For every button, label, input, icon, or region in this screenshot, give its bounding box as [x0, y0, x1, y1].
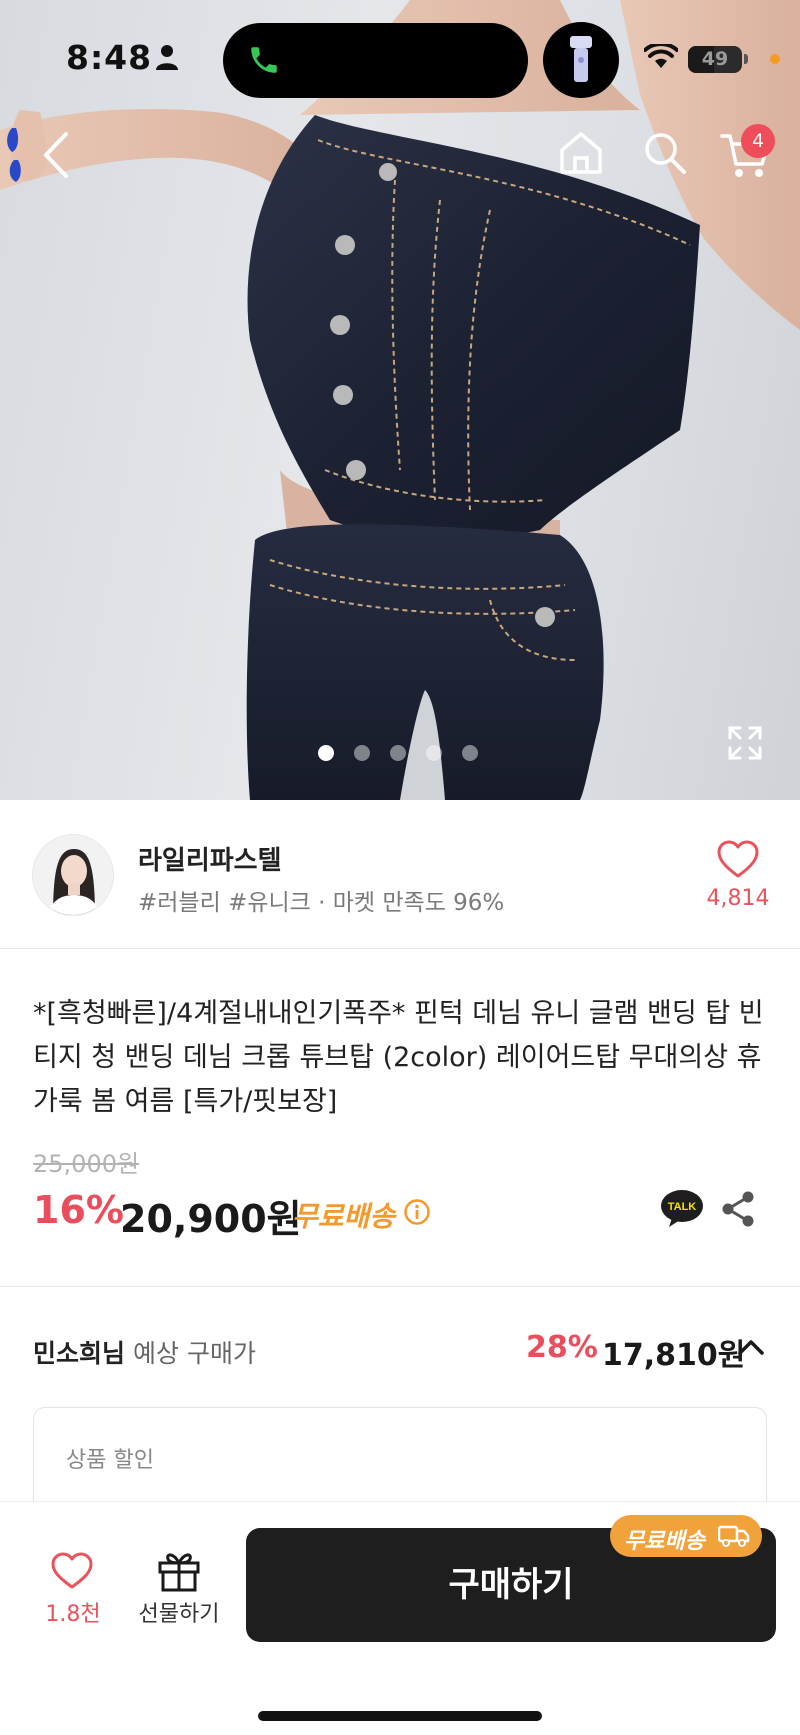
- chevron-up-icon[interactable]: [736, 1334, 766, 1360]
- carousel-dot[interactable]: [390, 745, 406, 761]
- store-avatar[interactable]: [32, 834, 114, 916]
- info-icon[interactable]: [403, 1198, 431, 1226]
- product-photo: [0, 0, 800, 800]
- kakao-talk-share-icon[interactable]: TALK: [660, 1188, 704, 1228]
- dynamic-island: [223, 23, 528, 98]
- status-time: 8:48: [66, 38, 153, 77]
- divider: [0, 1286, 800, 1287]
- free-shipping-chip: 무료배송: [610, 1515, 762, 1557]
- product-title: *[흑청빠른]/4계절내내인기폭주* 핀턱 데님 유니 글램 밴딩 탑 빈티지 …: [33, 998, 764, 1117]
- store-like-heart-icon[interactable]: [716, 838, 760, 882]
- gift-button-label[interactable]: 선물하기: [130, 1596, 228, 1628]
- back-icon[interactable]: [36, 128, 76, 182]
- search-icon[interactable]: [640, 128, 690, 178]
- member-name: 민소희님: [33, 1339, 126, 1368]
- store-like-count: 4,814: [706, 886, 770, 911]
- wishlist-count[interactable]: 1.8천: [30, 1596, 116, 1628]
- privacy-indicator-dot: [770, 54, 780, 64]
- battery-indicator: 49: [688, 46, 742, 73]
- share-icon[interactable]: [720, 1190, 756, 1228]
- carousel-dot[interactable]: [462, 745, 478, 761]
- divider: [0, 948, 800, 949]
- carousel-dot[interactable]: [318, 745, 334, 761]
- gift-icon[interactable]: [156, 1547, 202, 1593]
- store-name[interactable]: 라일리파스텔: [138, 840, 282, 877]
- member-discount-rate: 28%: [526, 1330, 598, 1365]
- carousel-dot[interactable]: [426, 745, 442, 761]
- original-price: 25,000원: [33, 1150, 140, 1178]
- flashlight-icon: [543, 22, 619, 98]
- free-shipping-label: 무료배송: [292, 1200, 396, 1233]
- cart-count-badge: 4: [741, 124, 775, 158]
- member-expected-price: 17,810원: [602, 1338, 746, 1373]
- product-image-carousel[interactable]: 8:48 49 4: [0, 0, 800, 800]
- discount-rate: 16%: [33, 1188, 124, 1232]
- talk-icon-label: TALK: [668, 1201, 697, 1213]
- bottom-action-bar: 1.8천 선물하기 구매하기 무료배송: [0, 1501, 800, 1735]
- phone-icon: [251, 47, 277, 73]
- expand-icon[interactable]: [726, 724, 764, 762]
- sale-price: 20,900원: [120, 1197, 302, 1241]
- battery-percent: 49: [701, 48, 729, 70]
- home-icon[interactable]: [556, 128, 606, 178]
- person-icon: [156, 45, 178, 70]
- status-bar: 8:48 49: [0, 0, 800, 120]
- wishlist-heart-icon[interactable]: [50, 1551, 94, 1591]
- battery-tip: [744, 54, 748, 64]
- discount-detail-title: 상품 할인: [66, 1448, 154, 1473]
- home-indicator: [258, 1711, 542, 1721]
- carousel-dot[interactable]: [354, 745, 370, 761]
- free-shipping-chip-label: 무료배송: [624, 1529, 705, 1554]
- store-tags: #러블리 #유니크 · 마켓 만족도 96%: [138, 890, 505, 916]
- member-price-label: 예상 구매가: [133, 1339, 256, 1368]
- wifi-icon: [644, 44, 678, 68]
- truck-icon: [718, 1525, 750, 1547]
- avatar-image: [33, 835, 113, 915]
